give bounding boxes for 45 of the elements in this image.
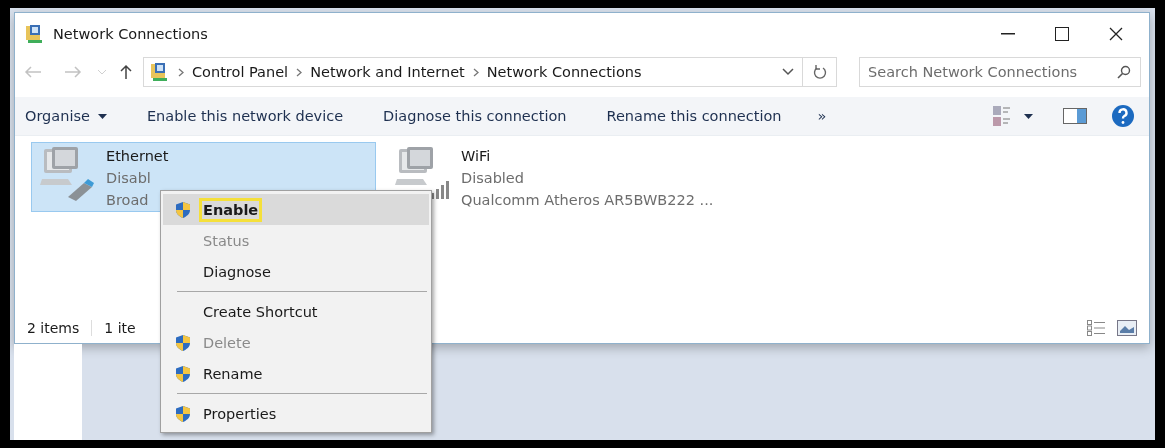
caret-icon [1024, 113, 1033, 119]
more-commands-button[interactable]: » [817, 108, 827, 124]
connection-device: Qualcomm Atheros AR5BWB222 ... [461, 191, 714, 210]
maximize-icon [1055, 27, 1069, 41]
connection-status: Disabl [106, 169, 152, 188]
connection-name: Ethernet [106, 147, 169, 166]
breadcrumb[interactable]: Network Connections [486, 64, 642, 80]
connection-device: Broad [106, 191, 150, 210]
network-folder-icon [25, 24, 45, 44]
network-folder-icon [150, 62, 170, 82]
connection-status: Disabled [461, 169, 525, 188]
minimize-icon [1001, 33, 1015, 35]
address-bar[interactable]: Control Panel Network and Internet Network Connections [143, 57, 837, 87]
menu-item[interactable]: Create Shortcut [163, 296, 429, 327]
chevron-right-icon [472, 67, 479, 77]
menu-item[interactable]: Rename [163, 358, 429, 389]
caret-icon [97, 113, 107, 119]
chevron-right-icon [178, 67, 184, 77]
menu-item[interactable]: Properties [163, 398, 429, 429]
help-button[interactable] [1111, 104, 1135, 128]
network-computer-icon [38, 145, 96, 203]
up-button[interactable] [119, 64, 133, 80]
close-icon [1109, 27, 1123, 41]
selection-count: 1 ite [104, 320, 136, 336]
chevron-right-icon [296, 67, 303, 77]
menu-item[interactable]: Diagnose [163, 256, 429, 287]
breadcrumb[interactable]: Control Panel [192, 64, 289, 80]
large-icons-view-button[interactable] [1117, 320, 1137, 336]
command-button[interactable]: Enable this network device [146, 108, 344, 124]
menu-item[interactable]: Enable [163, 194, 429, 225]
view-icon [992, 105, 1012, 127]
preview-pane-button[interactable] [1063, 108, 1087, 124]
item-count: 2 items [27, 320, 80, 336]
search-icon [1117, 65, 1131, 79]
breadcrumb[interactable]: Network and Internet [310, 64, 465, 80]
command-button[interactable]: Rename this connection [606, 108, 782, 124]
details-view-button[interactable] [1087, 320, 1105, 336]
refresh-icon [812, 64, 827, 80]
organise-menu-button[interactable]: Organise [25, 108, 107, 124]
window-title: Network Connections [53, 26, 209, 42]
command-button[interactable]: Diagnose this connection [383, 108, 567, 124]
connection-name: WiFi [461, 147, 492, 166]
chevron-down-icon [782, 68, 794, 76]
change-view-button[interactable] [992, 105, 1033, 127]
search-field[interactable]: Search Network Connections [859, 57, 1141, 87]
